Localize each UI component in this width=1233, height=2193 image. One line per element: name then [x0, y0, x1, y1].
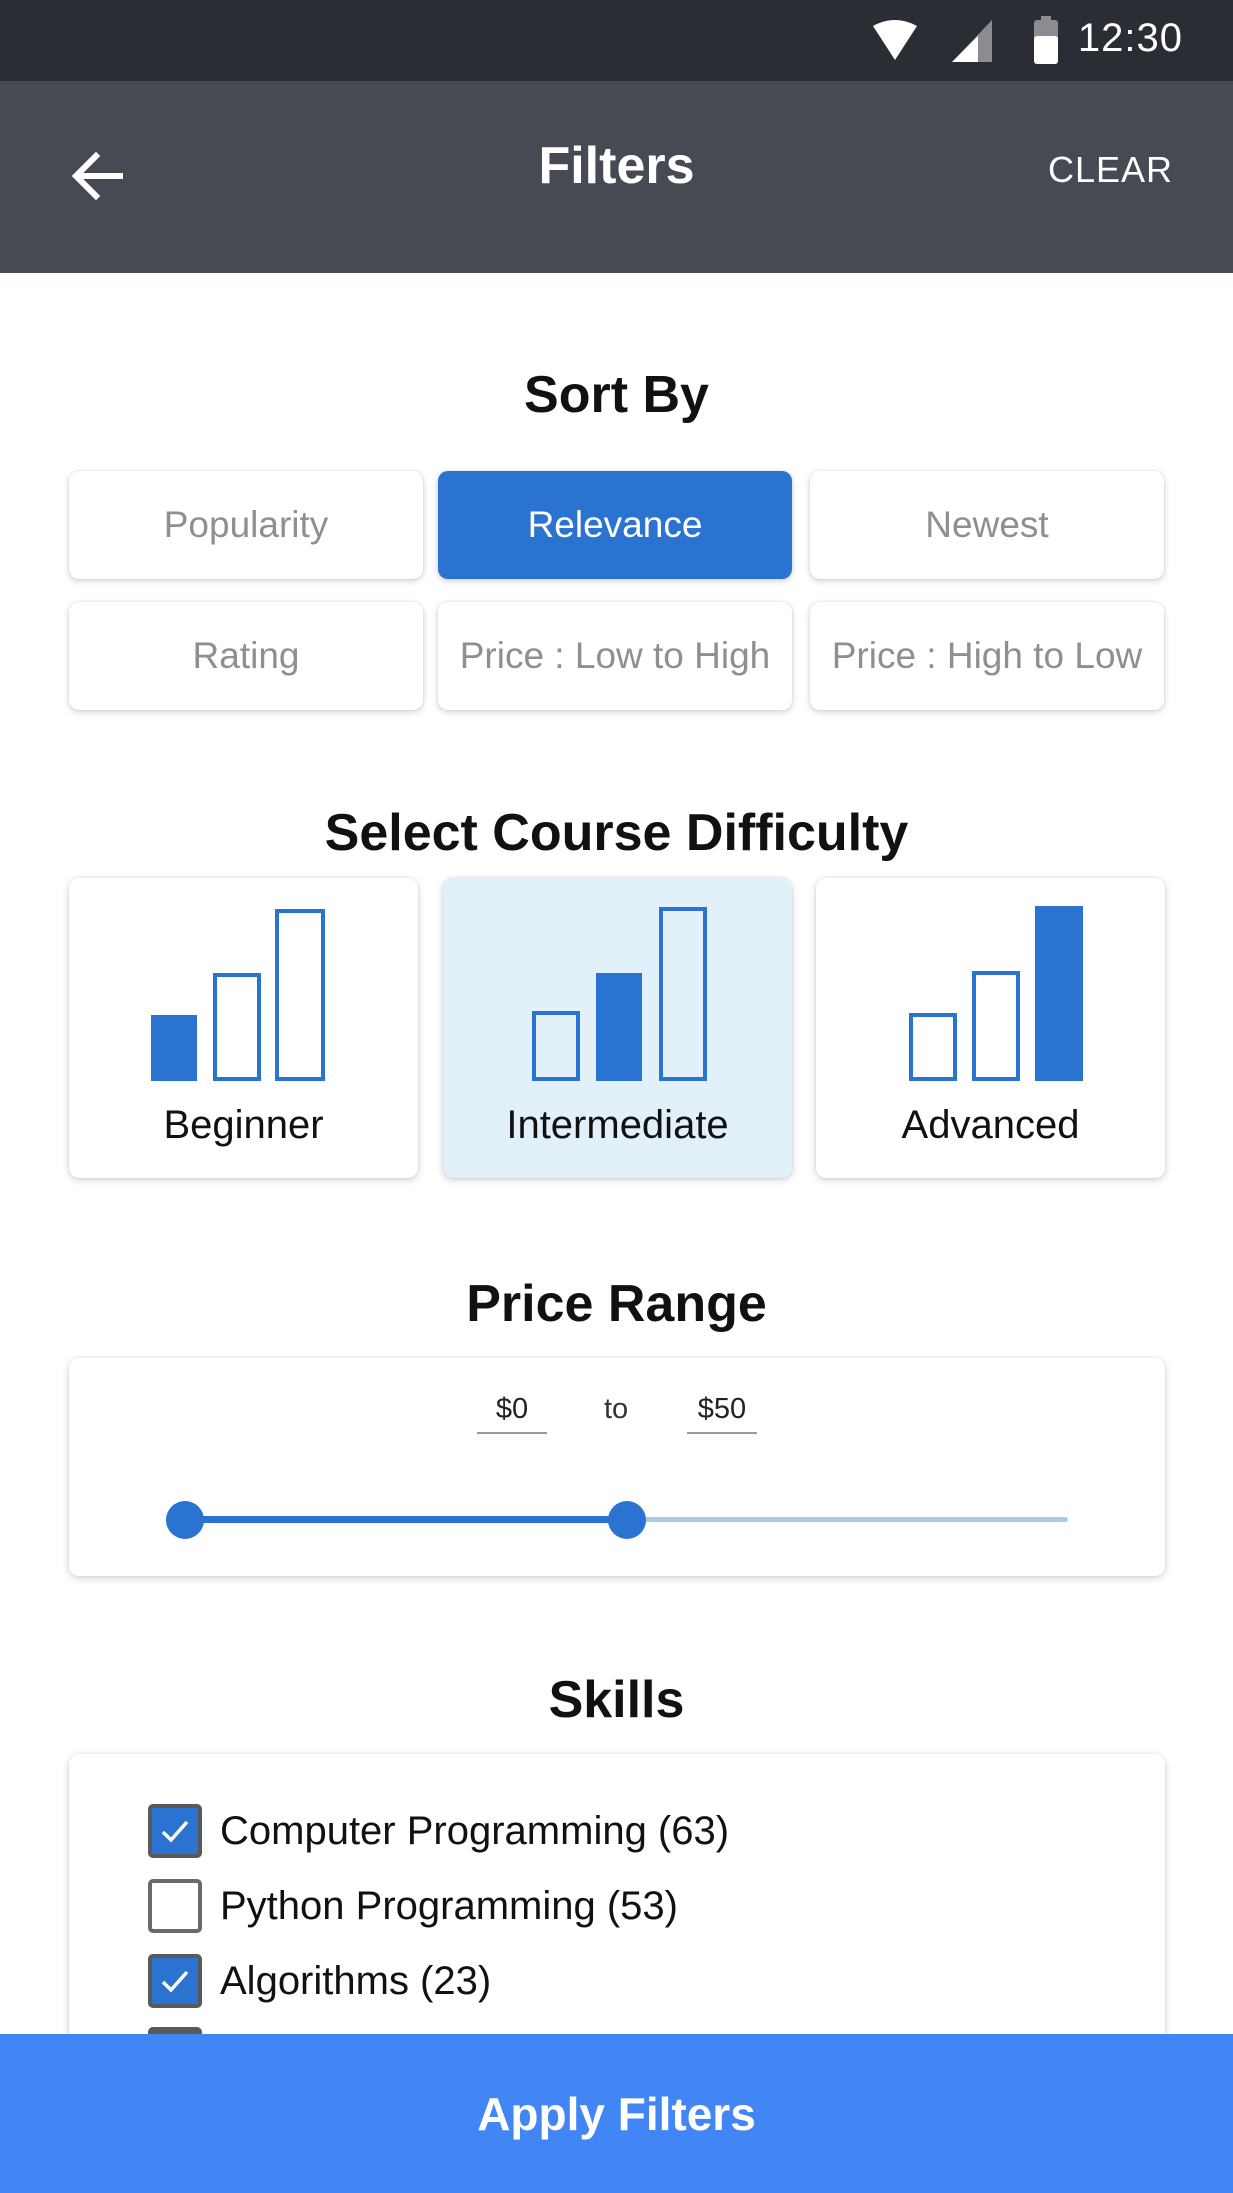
- difficulty-bars-icon: [151, 909, 325, 1081]
- signal-icon: [952, 20, 992, 62]
- difficulty-option-intermediate[interactable]: Intermediate: [443, 878, 792, 1178]
- apply-filters-button[interactable]: Apply Filters: [0, 2034, 1233, 2193]
- difficulty-bars-icon: [532, 907, 707, 1081]
- difficulty-label: Advanced: [901, 1103, 1080, 1147]
- skill-item-algorithms[interactable]: Algorithms (23): [148, 1951, 491, 2011]
- sort-option-relevance[interactable]: Relevance: [438, 471, 792, 579]
- clock: 12:30: [1077, 16, 1183, 60]
- skill-label: Python Programming (53): [220, 1883, 678, 1928]
- skill-item-computer-programming[interactable]: Computer Programming (63): [148, 1801, 729, 1861]
- price-section-title: Price Range: [466, 1275, 767, 1333]
- slider-max-handle[interactable]: [607, 1501, 646, 1539]
- skill-item-python-programming[interactable]: Python Programming (53): [148, 1876, 678, 1936]
- sort-option-rating[interactable]: Rating: [69, 602, 423, 710]
- slider-min-handle[interactable]: [166, 1501, 204, 1539]
- wifi-icon: [873, 20, 917, 60]
- checkmark-icon: [161, 1970, 189, 1993]
- slider-selected-range: [185, 1516, 627, 1523]
- sort-option-price-low-high[interactable]: Price : Low to High: [438, 602, 792, 710]
- status-bar: 12:30: [0, 0, 1233, 81]
- difficulty-label: Intermediate: [506, 1103, 729, 1147]
- clear-button[interactable]: CLEAR: [1048, 149, 1173, 191]
- difficulty-option-advanced[interactable]: Advanced: [816, 878, 1165, 1178]
- sort-section-title: Sort By: [524, 366, 709, 424]
- difficulty-section-title: Select Course Difficulty: [324, 804, 909, 862]
- sort-option-newest[interactable]: Newest: [810, 471, 1164, 579]
- difficulty-option-beginner[interactable]: Beginner: [69, 878, 418, 1178]
- skill-label: Computer Programming (63): [220, 1808, 730, 1853]
- price-to-label: to: [604, 1393, 629, 1425]
- app-bar: Filters CLEAR: [0, 81, 1233, 273]
- price-max-field[interactable]: $50: [687, 1393, 757, 1434]
- price-range-card: [69, 1358, 1165, 1576]
- difficulty-bars-icon: [909, 906, 1083, 1081]
- sort-option-price-high-low[interactable]: Price : High to Low: [810, 602, 1164, 710]
- checkmark-icon: [161, 1820, 189, 1843]
- difficulty-label: Beginner: [163, 1103, 324, 1147]
- sort-option-popularity[interactable]: Popularity: [69, 471, 423, 579]
- checkbox-unchecked[interactable]: [148, 1879, 202, 1933]
- skills-section-title: Skills: [548, 1671, 685, 1729]
- battery-icon: [1034, 16, 1058, 64]
- checkbox-checked[interactable]: [148, 1954, 202, 2008]
- filters-screen: 12:30 Filters CLEAR Sort By Popularity R…: [0, 0, 1233, 2193]
- skill-label: Algorithms (23): [220, 1958, 492, 2003]
- checkbox-checked[interactable]: [148, 1804, 202, 1858]
- price-min-field[interactable]: $0: [477, 1393, 547, 1434]
- price-slider[interactable]: [165, 1500, 1075, 1540]
